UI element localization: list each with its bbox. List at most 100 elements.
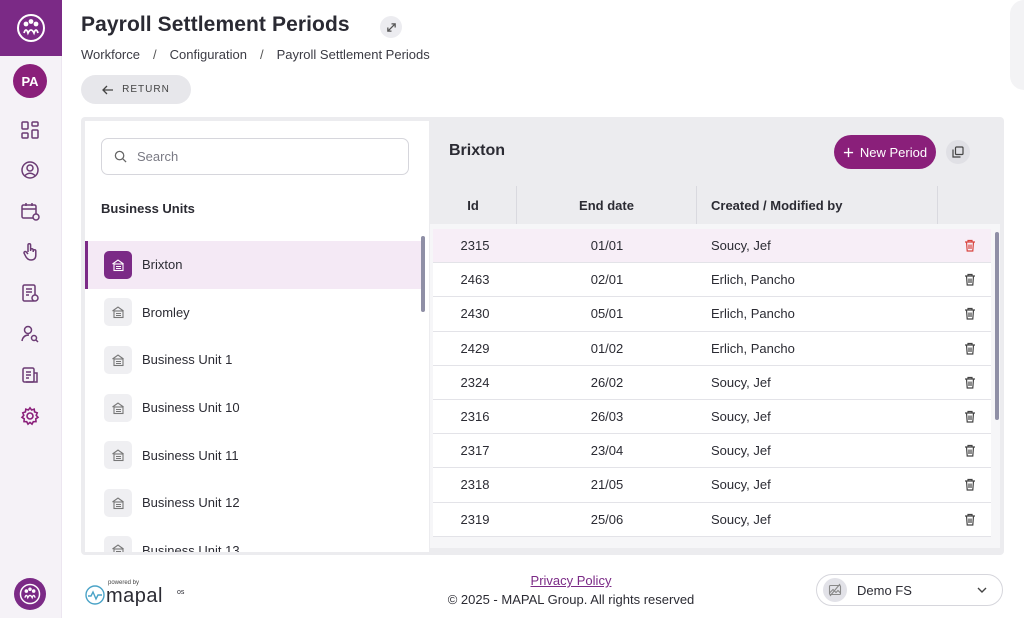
table-row[interactable]: 2315 01/01 Soucy, Jef: [433, 229, 991, 264]
app-logo[interactable]: [0, 0, 62, 56]
breadcrumb-workforce[interactable]: Workforce: [81, 47, 140, 62]
cell-end-date: 05/01: [590, 306, 624, 322]
cell-created-by: Erlich, Pancho: [711, 306, 795, 322]
trash-icon: [964, 274, 975, 286]
breadcrumb: Workforce / Configuration / Payroll Sett…: [81, 47, 430, 62]
cell-created-by: Soucy, Jef: [711, 511, 771, 527]
cell-id: 2430: [460, 306, 490, 322]
cell-created-by: Soucy, Jef: [711, 409, 771, 425]
cell-id: 2429: [460, 340, 490, 356]
delete-button[interactable]: [948, 513, 991, 526]
organization-name: Demo FS: [857, 582, 912, 598]
column-header-id[interactable]: Id: [430, 186, 517, 224]
breadcrumb-configuration[interactable]: Configuration: [170, 47, 247, 62]
business-units-list: Brixton Bromley Business Unit 1 Business Un…: [85, 241, 421, 552]
copy-icon: [952, 146, 964, 158]
table-row[interactable]: 2318 21/05 Soucy, Jef: [433, 468, 991, 503]
breadcrumb-current: Payroll Settlement Periods: [276, 47, 430, 62]
building-icon: [104, 345, 132, 374]
table-row[interactable]: 2324 26/02 Soucy, Jef: [433, 365, 991, 400]
cell-created-by: Erlich, Pancho: [711, 340, 795, 356]
breadcrumb-separator: /: [259, 47, 264, 62]
delete-button[interactable]: [948, 478, 991, 492]
report-icon[interactable]: [18, 363, 42, 387]
user-avatar[interactable]: PA: [13, 64, 47, 98]
delete-button[interactable]: [948, 376, 991, 389]
business-units-scrollbar[interactable]: [421, 236, 425, 312]
search-input[interactable]: [137, 149, 377, 164]
building-icon: [104, 250, 132, 279]
chevron-down-icon: [977, 587, 987, 593]
cell-created-by: Soucy, Jef: [711, 238, 771, 254]
document-clock-icon[interactable]: [18, 281, 42, 305]
business-units-title: Business Units: [101, 201, 195, 216]
dashboard-icon[interactable]: [18, 118, 42, 142]
cell-id: 2316: [460, 409, 490, 425]
cell-created-by: Soucy, Jef: [711, 374, 771, 390]
trash-icon: [964, 342, 975, 355]
search-field[interactable]: [101, 138, 409, 175]
return-button[interactable]: RETURN: [81, 75, 191, 104]
right-edge-handle: [1010, 0, 1024, 90]
business-units-panel: Business Units Brixton Bromley Business Un…: [85, 121, 429, 552]
expand-button[interactable]: [380, 16, 402, 38]
touch-hand-icon[interactable]: [18, 240, 42, 264]
gear-icon[interactable]: [18, 404, 42, 428]
business-unit-item[interactable]: Business Unit 13: [85, 527, 421, 552]
app-logo-icon: [17, 14, 45, 42]
delete-button[interactable]: [948, 273, 991, 286]
business-unit-item[interactable]: Business Unit 1: [85, 336, 421, 384]
column-header-end-date[interactable]: End date: [517, 186, 697, 224]
business-unit-label: Brixton: [142, 257, 183, 273]
business-unit-label: Bromley: [142, 304, 190, 320]
column-header-created-by[interactable]: Created / Modified by: [697, 186, 938, 224]
cell-created-by: Soucy, Jef: [711, 477, 771, 493]
cell-created-by: Soucy, Jef: [711, 443, 771, 459]
cell-created-by: Erlich, Pancho: [711, 272, 795, 288]
trash-icon: [964, 308, 975, 321]
table-body: 2315 01/01 Soucy, Jef 2463 02/01 Erlich, Panc…: [433, 229, 991, 537]
table-row[interactable]: 2430 05/01 Erlich, Pancho: [433, 297, 991, 332]
business-unit-item[interactable]: Brixton: [85, 241, 421, 289]
cell-end-date: 02/01: [590, 272, 624, 288]
new-period-button[interactable]: New Period: [834, 135, 936, 169]
cell-end-date: 25/06: [590, 511, 624, 527]
business-unit-item[interactable]: Bromley: [85, 289, 421, 337]
trash-icon: [964, 410, 975, 423]
organization-select[interactable]: Demo FS: [816, 574, 1003, 606]
delete-button[interactable]: [948, 342, 991, 355]
delete-button[interactable]: [948, 444, 991, 457]
cell-id: 2317: [460, 443, 490, 459]
business-unit-item[interactable]: Business Unit 11: [85, 431, 421, 479]
periods-table: Id End date Created / Modified by 2315 01…: [430, 186, 1000, 548]
table-row[interactable]: 2317 23/04 Soucy, Jef: [433, 434, 991, 469]
building-icon: [104, 441, 132, 470]
user-circle-icon[interactable]: [18, 158, 42, 182]
return-label: RETURN: [122, 84, 170, 95]
building-icon: [104, 488, 132, 517]
business-unit-label: Business Unit 11: [142, 447, 239, 463]
table-scrollbar[interactable]: [995, 232, 999, 420]
calendar-icon[interactable]: [18, 199, 42, 223]
organization-avatar: [823, 578, 847, 602]
table-row[interactable]: 2319 25/06 Soucy, Jef: [433, 502, 991, 537]
user-search-icon[interactable]: [18, 322, 42, 346]
cell-id: 2318: [460, 477, 490, 493]
table-row[interactable]: 2316 26/03 Soucy, Jef: [433, 399, 991, 435]
expand-icon: [386, 22, 396, 32]
delete-button[interactable]: [948, 307, 991, 321]
table-header: Id End date Created / Modified by: [430, 186, 1000, 224]
table-row[interactable]: 2463 02/01 Erlich, Pancho: [433, 263, 991, 298]
arrow-left-icon: [102, 85, 114, 94]
delete-button[interactable]: [948, 239, 991, 252]
table-row[interactable]: 2429 01/02 Erlich, Pancho: [433, 331, 991, 366]
copy-button[interactable]: [946, 140, 970, 164]
business-unit-label: Business Unit 12: [142, 495, 240, 511]
business-unit-item[interactable]: Business Unit 12: [85, 479, 421, 527]
delete-button[interactable]: [948, 410, 991, 423]
trash-icon: [964, 479, 975, 492]
cell-end-date: 26/03: [590, 409, 624, 425]
business-unit-item[interactable]: Business Unit 10: [85, 384, 421, 432]
trash-icon: [964, 239, 975, 252]
building-icon: [104, 536, 132, 552]
